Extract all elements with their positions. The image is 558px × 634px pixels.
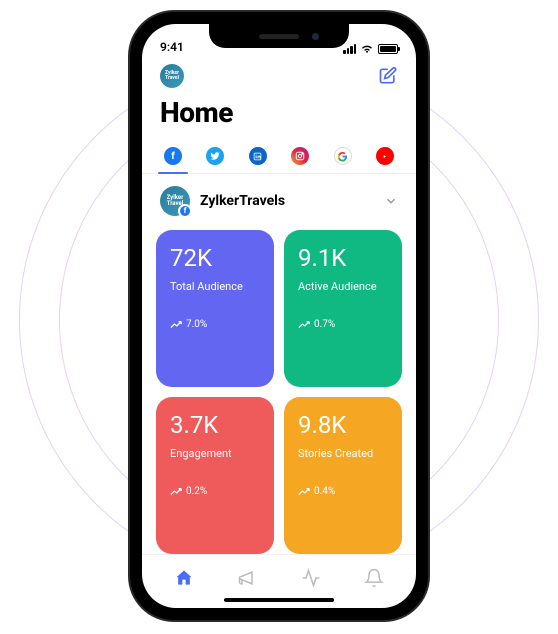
card-engagement[interactable]: 3.7K Engagement 0.2%: [156, 397, 274, 554]
card-trend: 0.4%: [298, 486, 388, 497]
tab-youtube[interactable]: [372, 139, 398, 173]
nav-notifications[interactable]: [352, 562, 396, 598]
google-icon: [334, 147, 352, 165]
card-label: Active Audience: [298, 280, 388, 293]
nav-home[interactable]: [162, 562, 206, 598]
card-value: 9.1K: [298, 244, 388, 272]
card-trend: 0.2%: [170, 486, 260, 497]
bell-icon: [364, 568, 384, 588]
card-active-audience[interactable]: 9.1K Active Audience 0.7%: [284, 230, 402, 387]
facebook-icon: f: [164, 147, 182, 165]
card-trend: 7.0%: [170, 319, 260, 330]
home-indicator: [224, 598, 334, 602]
phone-frame: 9:41 Zylker Travel Home f Zylker Travel …: [130, 12, 428, 620]
youtube-icon: [376, 147, 394, 165]
instagram-icon: [291, 147, 309, 165]
nav-activity[interactable]: [289, 562, 333, 598]
social-tabs: f: [142, 139, 416, 174]
chevron-down-icon: [384, 194, 398, 208]
battery-icon: [378, 44, 398, 54]
twitter-icon: [206, 147, 224, 165]
status-time: 9:41: [160, 40, 184, 54]
trend-up-icon: [298, 488, 310, 496]
trend-up-icon: [298, 321, 310, 329]
megaphone-icon: [237, 568, 257, 588]
tab-instagram[interactable]: [287, 139, 313, 173]
trend-up-icon: [170, 488, 182, 496]
card-stories-created[interactable]: 9.8K Stories Created 0.4%: [284, 397, 402, 554]
card-total-audience[interactable]: 72K Total Audience 7.0%: [156, 230, 274, 387]
account-name: ZylkerTravels: [200, 193, 285, 209]
card-value: 72K: [170, 244, 260, 272]
page-title: Home: [142, 92, 416, 139]
trend-up-icon: [170, 321, 182, 329]
phone-notch: [209, 24, 349, 48]
home-icon: [174, 568, 194, 588]
activity-icon: [301, 568, 321, 588]
card-label: Stories Created: [298, 447, 388, 460]
compose-icon[interactable]: [378, 66, 398, 86]
signal-icon: [343, 44, 356, 54]
tab-linkedin[interactable]: [245, 139, 271, 173]
card-value: 9.8K: [298, 411, 388, 439]
card-label: Engagement: [170, 447, 260, 460]
tab-facebook[interactable]: f: [160, 139, 186, 173]
account-selector[interactable]: Zylker Travel f ZylkerTravels: [142, 174, 416, 230]
status-icons: [343, 44, 398, 54]
nav-announce[interactable]: [225, 562, 269, 598]
tab-google[interactable]: [330, 139, 356, 173]
phone-screen: 9:41 Zylker Travel Home f Zylker Travel …: [142, 24, 416, 608]
card-label: Total Audience: [170, 280, 260, 293]
account-avatar: Zylker Travel f: [160, 186, 190, 216]
facebook-badge-icon: f: [178, 204, 192, 218]
profile-avatar[interactable]: Zylker Travel: [160, 64, 184, 88]
tab-twitter[interactable]: [202, 139, 228, 173]
card-value: 3.7K: [170, 411, 260, 439]
card-trend: 0.7%: [298, 319, 388, 330]
app-header: Zylker Travel: [142, 56, 416, 92]
stats-grid: 72K Total Audience 7.0% 9.1K Active Audi…: [142, 230, 416, 554]
wifi-icon: [360, 44, 374, 54]
linkedin-icon: [249, 147, 267, 165]
